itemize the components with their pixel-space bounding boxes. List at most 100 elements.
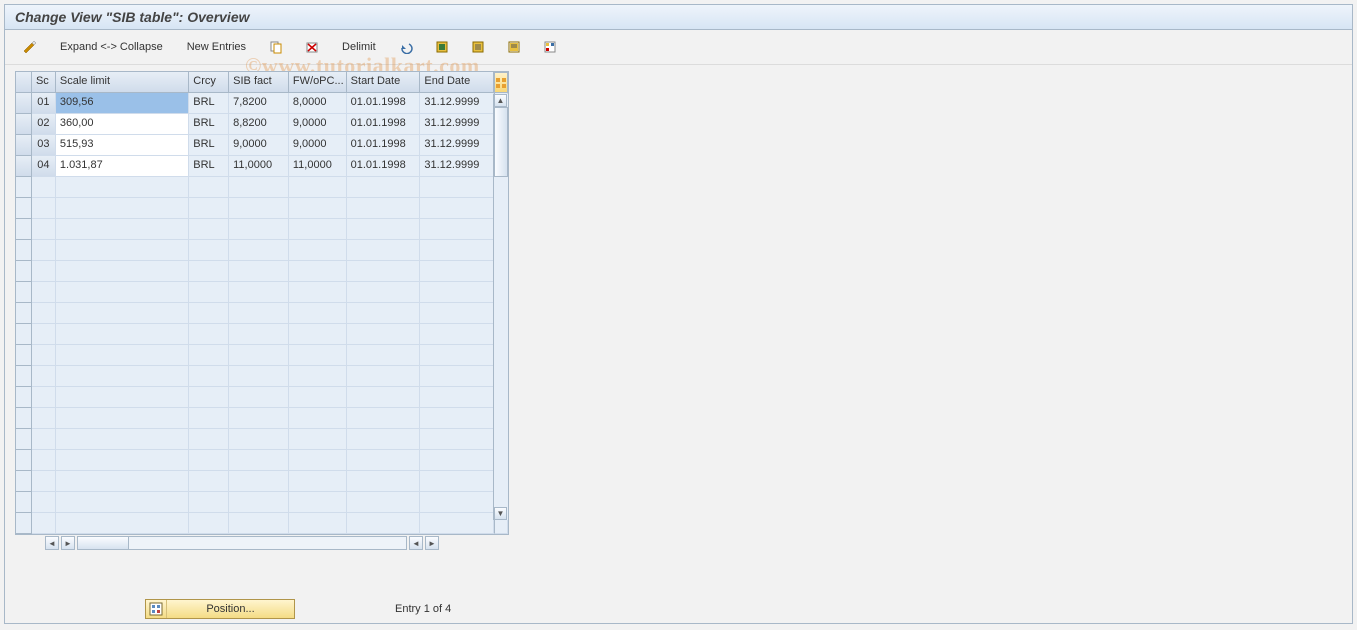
scroll-up-icon[interactable]: ▲ — [494, 94, 507, 107]
col-header-sc[interactable]: Sc — [32, 72, 56, 93]
table-wrapper: Sc Scale limit Crcy SIB fact FW/oPC... S… — [15, 71, 509, 551]
header-selector[interactable] — [16, 72, 32, 93]
horizontal-scrollbar[interactable]: ◄ ► ◄ ► — [15, 535, 509, 551]
cell-scale-limit[interactable]: 515,93 — [56, 135, 189, 156]
col-header-end-date[interactable]: End Date — [420, 72, 494, 93]
table-row — [16, 177, 508, 198]
col-header-sib-fact[interactable]: SIB fact — [229, 72, 289, 93]
table-row — [16, 387, 508, 408]
cell-sc: 01 — [32, 93, 56, 114]
col-header-crcy[interactable]: Crcy — [189, 72, 229, 93]
copy-icon[interactable] — [261, 36, 291, 58]
table-row — [16, 492, 508, 513]
data-grid: Sc Scale limit Crcy SIB fact FW/oPC... S… — [15, 71, 509, 535]
undo-icon[interactable] — [391, 36, 421, 58]
table-row[interactable]: 041.031,87BRL11,000011,000001.01.199831.… — [16, 156, 508, 177]
cell-sib-fact: 11,0000 — [229, 156, 289, 177]
cell-scale-limit[interactable]: 1.031,87 — [56, 156, 189, 177]
delete-icon[interactable] — [297, 36, 327, 58]
cell-sib-fact: 8,8200 — [229, 114, 289, 135]
expand-collapse-button[interactable]: Expand <-> Collapse — [51, 36, 172, 58]
table-row — [16, 303, 508, 324]
table-row[interactable]: 01309,56BRL7,82008,000001.01.199831.12.9… — [16, 93, 508, 114]
row-selector[interactable] — [16, 240, 32, 261]
row-selector[interactable] — [16, 345, 32, 366]
cell-sib-fact: 7,8200 — [229, 93, 289, 114]
row-selector[interactable] — [16, 114, 32, 135]
select-block-icon[interactable] — [463, 36, 493, 58]
row-selector[interactable] — [16, 387, 32, 408]
table-row — [16, 198, 508, 219]
scroll-left-end-icon[interactable]: ◄ — [409, 536, 423, 550]
cell-sc: 03 — [32, 135, 56, 156]
row-selector[interactable] — [16, 219, 32, 240]
cell-scale-limit[interactable]: 360,00 — [56, 114, 189, 135]
cell-fw-opc: 9,0000 — [289, 114, 347, 135]
row-selector[interactable] — [16, 408, 32, 429]
page-title: Change View "SIB table": Overview — [5, 5, 1352, 30]
table-row — [16, 282, 508, 303]
row-selector[interactable] — [16, 324, 32, 345]
cell-crcy: BRL — [189, 156, 229, 177]
col-header-fw-opc[interactable]: FW/oPC... — [289, 72, 347, 93]
cell-end-date: 31.12.9999 — [420, 93, 494, 114]
position-icon — [146, 600, 167, 618]
new-entries-button[interactable]: New Entries — [178, 36, 255, 58]
cell-sc: 04 — [32, 156, 56, 177]
col-header-start-date[interactable]: Start Date — [347, 72, 421, 93]
cell-start-date: 01.01.1998 — [347, 135, 421, 156]
select-all-icon[interactable] — [427, 36, 457, 58]
row-selector[interactable] — [16, 282, 32, 303]
cell-start-date: 01.01.1998 — [347, 156, 421, 177]
cell-sib-fact: 9,0000 — [229, 135, 289, 156]
row-selector[interactable] — [16, 261, 32, 282]
table-row — [16, 345, 508, 366]
row-selector[interactable] — [16, 429, 32, 450]
table-row[interactable]: 02360,00BRL8,82009,000001.01.199831.12.9… — [16, 114, 508, 135]
cell-crcy: BRL — [189, 135, 229, 156]
cell-fw-opc: 9,0000 — [289, 135, 347, 156]
table-header-row: Sc Scale limit Crcy SIB fact FW/oPC... S… — [16, 72, 508, 93]
col-header-scale-limit[interactable]: Scale limit — [56, 72, 189, 93]
table-row[interactable]: 03515,93BRL9,00009,000001.01.199831.12.9… — [16, 135, 508, 156]
row-selector[interactable] — [16, 198, 32, 219]
table-row — [16, 324, 508, 345]
row-selector[interactable] — [16, 450, 32, 471]
row-selector[interactable] — [16, 471, 32, 492]
app-window: Change View "SIB table": Overview ©www.t… — [4, 4, 1353, 624]
cell-fw-opc: 11,0000 — [289, 156, 347, 177]
cell-start-date: 01.01.1998 — [347, 114, 421, 135]
cell-crcy: BRL — [189, 114, 229, 135]
cell-end-date: 31.12.9999 — [420, 135, 494, 156]
scroll-right-end-icon[interactable]: ► — [425, 536, 439, 550]
position-label: Position... — [167, 603, 294, 615]
table-row — [16, 219, 508, 240]
table-row — [16, 240, 508, 261]
row-selector[interactable] — [16, 492, 32, 513]
table-row — [16, 429, 508, 450]
cell-crcy: BRL — [189, 93, 229, 114]
table-row — [16, 261, 508, 282]
vertical-scrollbar[interactable]: ▲ ▼ — [493, 94, 508, 520]
scroll-down-icon[interactable]: ▼ — [494, 507, 507, 520]
toolbar: Expand <-> Collapse New Entries Delimit — [5, 30, 1352, 65]
row-selector[interactable] — [16, 366, 32, 387]
table-row — [16, 366, 508, 387]
cell-scale-limit[interactable]: 309,56 — [56, 93, 189, 114]
cell-fw-opc: 8,0000 — [289, 93, 347, 114]
row-selector[interactable] — [16, 513, 32, 534]
toggle-edit-icon[interactable] — [15, 36, 45, 58]
row-selector[interactable] — [16, 156, 32, 177]
scroll-right-icon[interactable]: ► — [61, 536, 75, 550]
row-selector[interactable] — [16, 177, 32, 198]
configuration-icon[interactable] — [535, 36, 565, 58]
row-selector[interactable] — [16, 135, 32, 156]
position-button[interactable]: Position... — [145, 599, 295, 619]
row-selector[interactable] — [16, 303, 32, 324]
row-selector[interactable] — [16, 93, 32, 114]
table-settings-icon[interactable] — [494, 72, 508, 93]
scroll-left-icon[interactable]: ◄ — [45, 536, 59, 550]
delimit-button[interactable]: Delimit — [333, 36, 385, 58]
table-row — [16, 513, 508, 534]
deselect-all-icon[interactable] — [499, 36, 529, 58]
